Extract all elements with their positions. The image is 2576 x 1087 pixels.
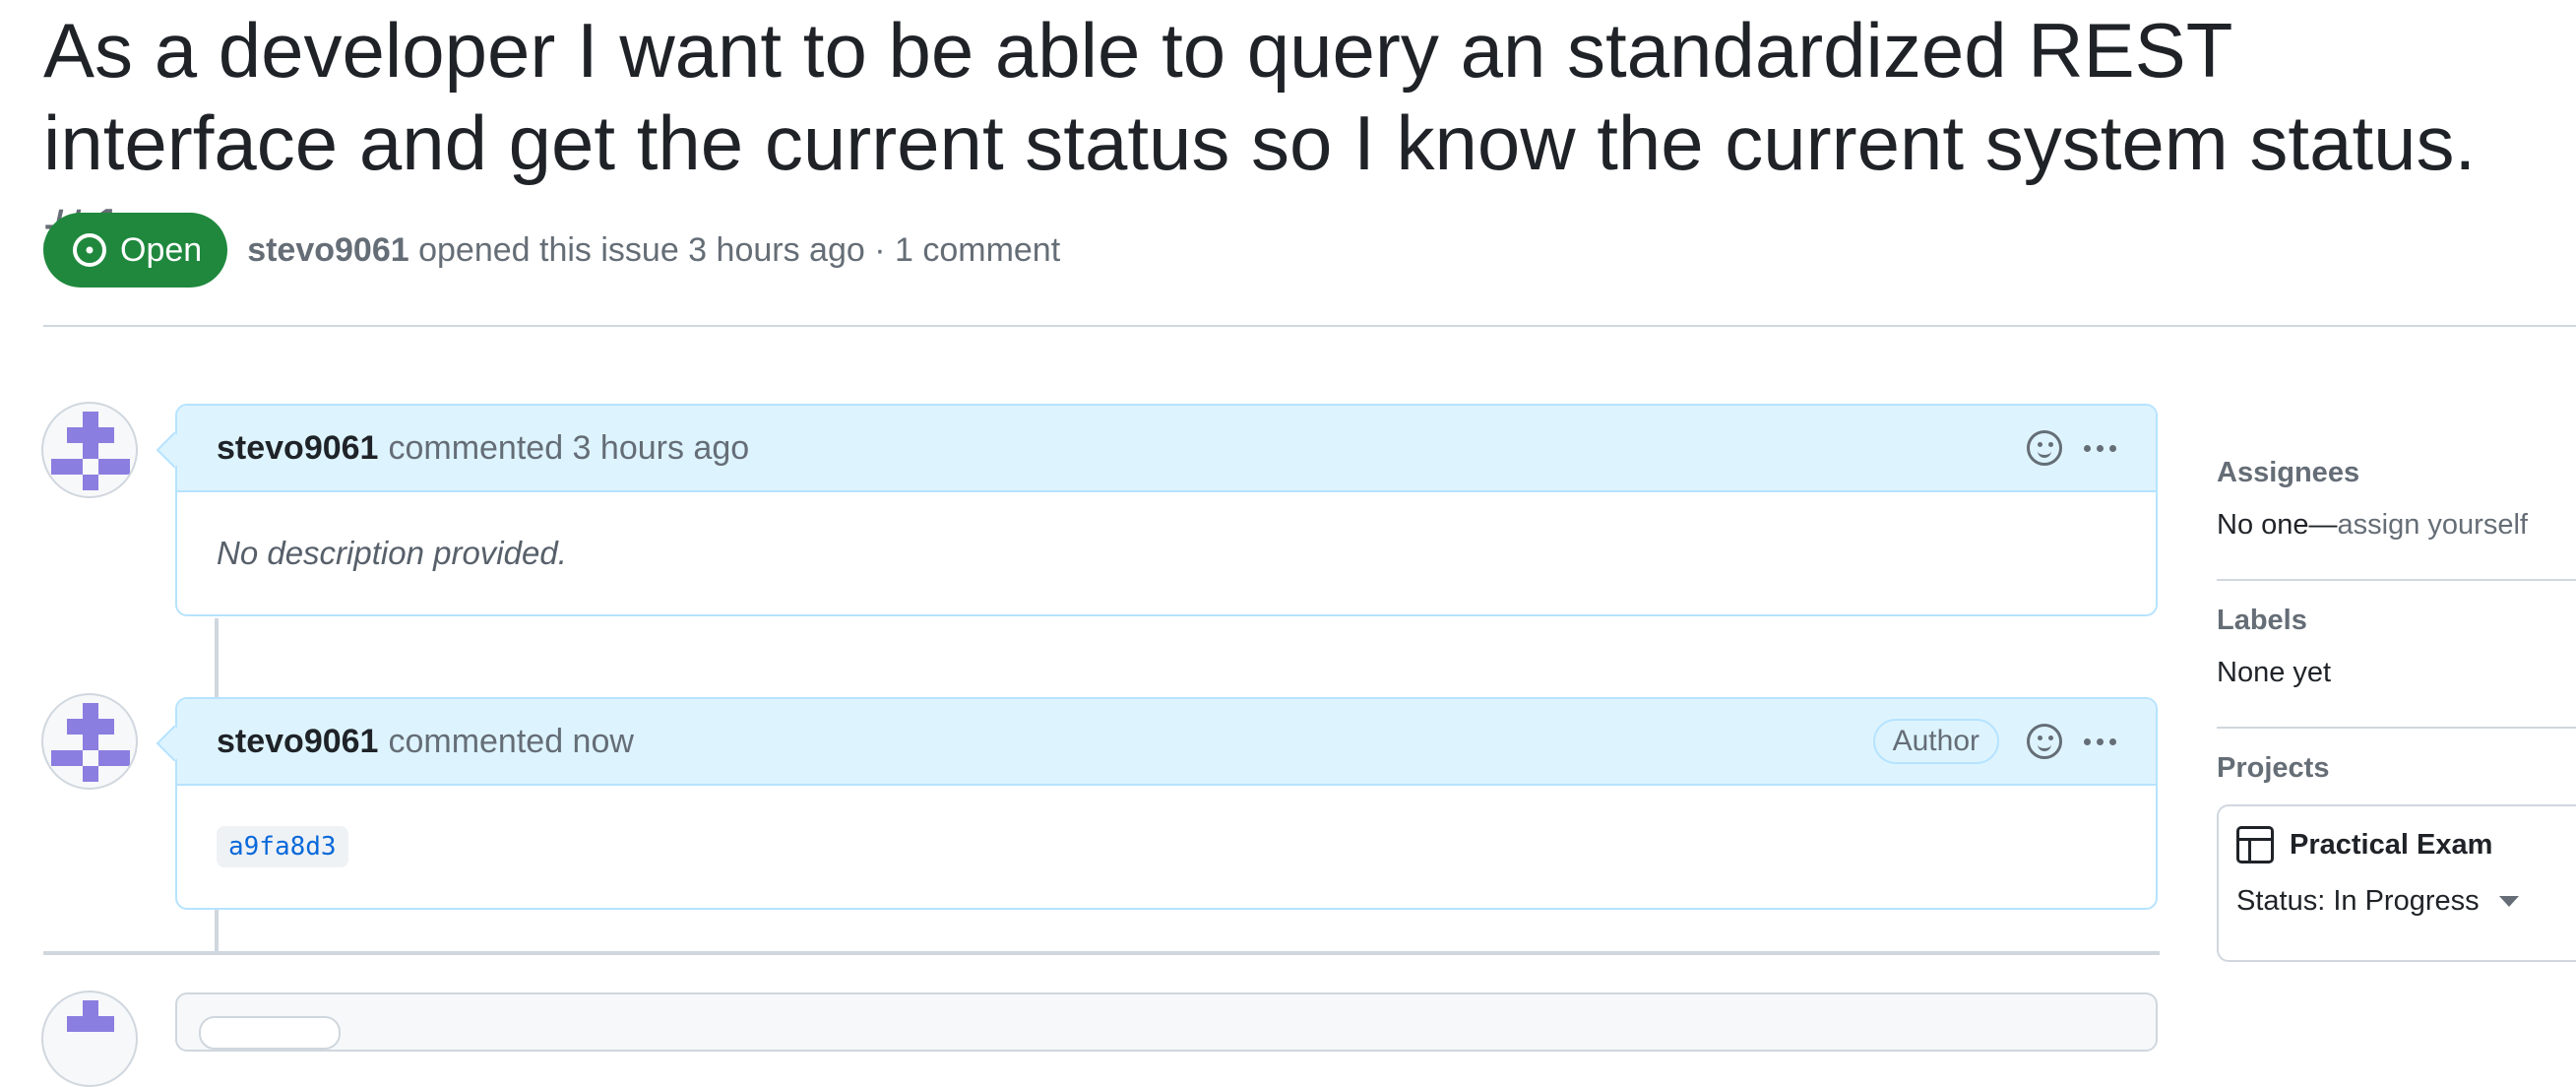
issue-meta-suffix: opened this issue 3 hours ago · 1 commen…: [418, 230, 1061, 269]
comment-card: stevo9061 commented 3 hours ago No descr…: [175, 404, 2158, 616]
project-status-label: Status: In Progress: [2236, 885, 2480, 917]
avatar[interactable]: [41, 693, 138, 790]
project-status-dropdown[interactable]: Status: In Progress: [2236, 885, 2576, 918]
issue-meta: Open stevo9061 opened this issue 3 hours…: [43, 212, 1060, 288]
comment-author-link[interactable]: stevo9061: [217, 723, 378, 761]
comment-body: a9fa8d3: [177, 786, 2156, 908]
kebab-horizontal-icon[interactable]: [2084, 444, 2116, 452]
comment-author-link[interactable]: stevo9061: [217, 429, 378, 468]
timeline-connector: [215, 618, 219, 697]
labels-value: None yet: [2217, 657, 2332, 688]
assignees-value: No one—assign yourself: [2217, 509, 2576, 542]
identicon-icon: [67, 1000, 114, 1032]
sidebar-projects: Projects Practical Exam Status: In Progr…: [2217, 729, 2576, 962]
identicon-icon: [51, 703, 130, 782]
comment-actions: [2027, 430, 2116, 466]
header-divider: [43, 325, 2576, 327]
issue-state-label: Open: [120, 230, 203, 269]
timeline-divider: [43, 951, 2160, 955]
issue-opened-icon: [73, 233, 106, 267]
comment-actions: Author: [1872, 719, 2116, 764]
table-icon: [2236, 826, 2274, 863]
comment-card: stevo9061 commented now Author a9fa8d3: [175, 697, 2158, 910]
comment-timestamp[interactable]: commented now: [388, 723, 633, 761]
issue-meta-text: stevo9061 opened this issue 3 hours ago …: [247, 231, 1060, 270]
timeline-connector: [215, 910, 219, 951]
smiley-icon[interactable]: [2027, 430, 2062, 466]
assignees-none: No one—: [2217, 509, 2338, 541]
issue-title-text: As a developer I want to be able to quer…: [43, 7, 2477, 186]
project-title[interactable]: Practical Exam: [2236, 826, 2576, 863]
sidebar-assignees: Assignees No one—assign yourself: [2217, 433, 2576, 581]
comment-header: stevo9061 commented 3 hours ago: [177, 406, 2156, 492]
avatar[interactable]: [41, 991, 138, 1087]
commit-sha-link[interactable]: a9fa8d3: [217, 826, 348, 867]
triangle-down-icon: [2498, 896, 2519, 907]
kebab-horizontal-icon[interactable]: [2084, 737, 2116, 745]
issue-state-badge: Open: [43, 213, 228, 288]
projects-heading[interactable]: Projects: [2217, 752, 2576, 785]
smiley-icon[interactable]: [2027, 724, 2062, 759]
issue-sidebar: Assignees No one—assign yourself Labels …: [2217, 433, 2576, 962]
author-badge: Author: [1872, 719, 1999, 764]
project-card: Practical Exam Status: In Progress: [2217, 804, 2576, 962]
assignees-heading[interactable]: Assignees: [2217, 457, 2576, 489]
comment-header: stevo9061 commented now Author: [177, 699, 2156, 786]
comment-tab[interactable]: [199, 1016, 341, 1050]
comment-card: [175, 992, 2158, 1052]
identicon-icon: [51, 412, 130, 490]
comment-body: No description provided.: [217, 535, 567, 571]
project-name: Practical Exam: [2290, 828, 2493, 861]
labels-heading[interactable]: Labels: [2217, 605, 2576, 637]
assign-yourself-link[interactable]: assign yourself: [2338, 509, 2528, 541]
comment-timestamp[interactable]: commented 3 hours ago: [388, 429, 749, 468]
sidebar-labels: Labels None yet: [2217, 581, 2576, 729]
issue-author-link[interactable]: stevo9061: [247, 231, 408, 269]
avatar[interactable]: [41, 402, 138, 498]
